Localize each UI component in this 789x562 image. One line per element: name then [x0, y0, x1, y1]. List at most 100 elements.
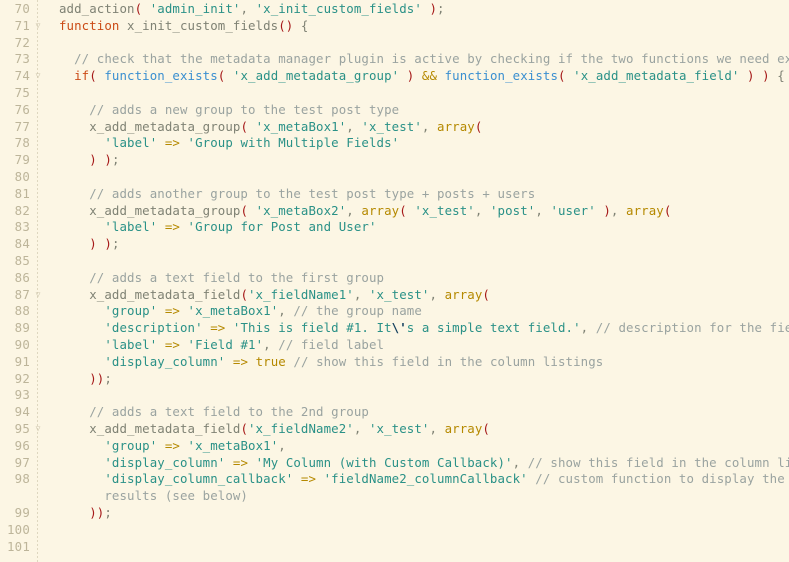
code-line[interactable]: 76 // adds a new group to the test post … [0, 102, 789, 119]
line-number: 99 [14, 504, 30, 520]
code-token: ; [111, 152, 120, 168]
code-token: => [164, 135, 180, 151]
code-line[interactable]: 70 add_action( 'admin_init', 'x_init_cust… [0, 1, 789, 18]
code-token: ( [240, 420, 248, 436]
code-token: ) [603, 202, 611, 218]
code-token: 'x_test' [361, 118, 422, 134]
code-token: // adds a text field to the 2nd group [59, 404, 369, 420]
code-line[interactable]: 79 ) ); [0, 152, 789, 169]
code-line[interactable]: 74 ▽ if( function_exists( 'x_add_metadata… [0, 68, 789, 85]
code-line-content: // adds a text field to the first group [46, 270, 789, 287]
code-token: 'x_test' [414, 202, 475, 218]
code-token: => [300, 471, 317, 487]
code-line[interactable]: 80 [0, 169, 789, 186]
code-token: , [278, 303, 294, 319]
code-line-content: 'label' => 'Field #1', // field label [46, 337, 789, 354]
line-number: 83 [14, 219, 30, 235]
line-number: 73 [14, 51, 30, 67]
code-token: 'post' [489, 202, 536, 218]
fold-toggle-icon[interactable]: ▽ [30, 421, 46, 438]
code-line[interactable]: 81 // adds another group to the test pos… [0, 186, 789, 203]
code-line-content: 'description' => 'This is field #1. It\'… [46, 320, 789, 337]
code-token: // the group name [293, 303, 422, 319]
line-number: 78 [14, 135, 30, 151]
code-line[interactable]: 83 'label' => 'Group for Post and User' [0, 219, 789, 236]
code-line[interactable]: 82 x_add_metadata_group( 'x_metaBox2', a… [0, 203, 789, 220]
code-line[interactable]: 86 // adds a text field to the first gro… [0, 270, 789, 287]
code-line[interactable]: 78 'label' => 'Group with Multiple Field… [0, 135, 789, 152]
code-token: // adds a new group to the test post typ… [59, 101, 400, 117]
code-token: if [74, 68, 90, 84]
code-token: // show this field in the column listing… [293, 353, 604, 369]
code-line-content: // check that the metadata manager plugi… [46, 51, 789, 68]
code-line[interactable]: 71 ▽ function x_init_custom_fields() { [0, 18, 789, 35]
code-token: ( [663, 202, 672, 218]
code-line[interactable]: 85 [0, 253, 789, 270]
code-line-content: 'display_column' => 'My Column (with Cus… [46, 455, 789, 472]
code-line[interactable]: 88 'group' => 'x_metaBox1', // the group… [0, 303, 789, 320]
code-line[interactable]: 77 x_add_metadata_group( 'x_metaBox1', '… [0, 119, 789, 136]
line-number: 85 [14, 252, 30, 268]
line-number: 93 [14, 387, 30, 403]
code-line-content: 'label' => 'Group with Multiple Fields' [46, 135, 789, 152]
code-token: function_exists [104, 68, 218, 84]
code-editor[interactable]: 70 add_action( 'admin_init', 'x_init_cust… [0, 0, 789, 562]
code-line[interactable]: 75 [0, 85, 789, 102]
code-token: => [232, 353, 249, 369]
line-number: 94 [14, 404, 30, 420]
fold-toggle-icon[interactable]: ▽ [30, 287, 46, 304]
code-token: , [429, 420, 445, 436]
code-line[interactable]: 99 )); [0, 505, 789, 522]
code-token: ( [474, 118, 483, 134]
code-line[interactable]: 84 ) ); [0, 236, 789, 253]
fold-toggle-icon[interactable]: ▽ [30, 18, 46, 35]
code-token: array [444, 286, 483, 302]
code-line[interactable]: 94 // adds a text field to the 2nd group [0, 404, 789, 421]
code-line[interactable]: 96 'group' => 'x_metaBox1', [0, 438, 789, 455]
code-line[interactable]: results (see below) [0, 488, 789, 505]
code-line[interactable]: 73 // check that the metadata manager pl… [0, 51, 789, 68]
code-token: ( [399, 202, 407, 218]
code-line[interactable]: 90 'label' => 'Field #1', // field label [0, 337, 789, 354]
code-token: , [278, 437, 286, 453]
code-line-content: )); [46, 505, 789, 522]
code-line[interactable]: 89 'description' => 'This is field #1. I… [0, 320, 789, 337]
line-number: 80 [14, 168, 30, 184]
code-token: ( [240, 286, 248, 302]
code-line[interactable]: 92 )); [0, 371, 789, 388]
code-token: ( [89, 68, 97, 84]
code-line[interactable]: 93 [0, 387, 789, 404]
code-token: // show this field in the column listing… [527, 454, 789, 470]
code-token: function_exists [444, 68, 559, 84]
code-line[interactable]: 97 'display_column' => 'My Column (with … [0, 455, 789, 472]
line-number: 86 [14, 269, 30, 285]
fold-toggle-icon[interactable]: ▽ [30, 68, 46, 85]
code-line[interactable]: 101 [0, 539, 789, 556]
code-line-content: if( function_exists( 'x_add_metadata_gro… [46, 68, 789, 85]
code-token: 'fieldName2_columnCallback' [323, 471, 528, 487]
code-token: // adds a text field to the first group [59, 269, 385, 285]
line-number: 92 [14, 370, 30, 386]
code-token: x_add_metadata_group [59, 202, 241, 218]
code-token: x_add_metadata_field [59, 420, 241, 436]
code-line[interactable]: 87 ▽ x_add_metadata_field('x_fieldName1',… [0, 287, 789, 304]
code-line[interactable]: 98 'display_column_callback' => 'fieldNa… [0, 471, 789, 488]
code-line[interactable]: 72 [0, 35, 789, 52]
code-token: add_action [59, 1, 135, 16]
code-line[interactable]: 100 [0, 522, 789, 539]
line-number: 77 [14, 118, 30, 134]
code-line[interactable]: 91 'display_column' => true // show this… [0, 354, 789, 371]
code-token: 'x_test' [368, 286, 430, 302]
code-line[interactable]: 95 ▽ x_add_metadata_field('x_fieldName2',… [0, 421, 789, 438]
code-line-content: // adds a new group to the test post typ… [46, 102, 789, 119]
code-token: // description for the field [595, 320, 789, 336]
